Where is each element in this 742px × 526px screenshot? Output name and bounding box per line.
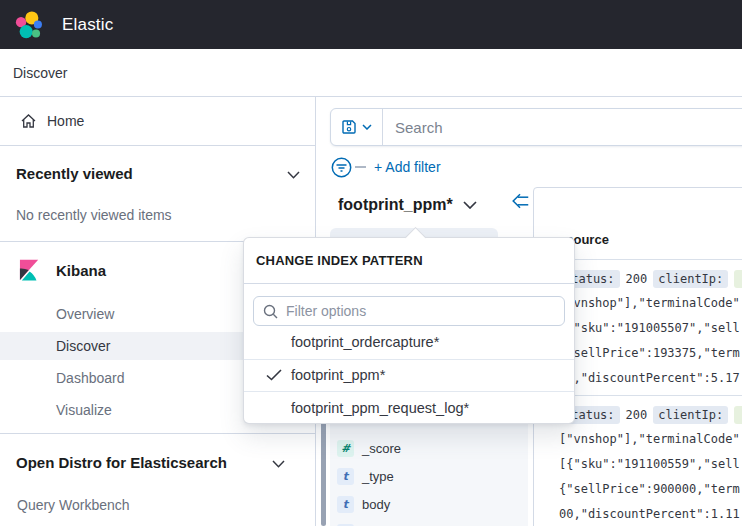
string-type-icon: t xyxy=(337,496,354,513)
kibana-section-title[interactable]: Kibana xyxy=(56,262,106,279)
search-icon xyxy=(263,304,278,319)
filter-bar: + Add filter xyxy=(331,157,441,177)
doc-row: status: 200 clientIp: ["vnshop"],"termin… xyxy=(559,402,742,526)
home-icon xyxy=(20,113,37,129)
field-badge-fragment xyxy=(734,406,742,424)
number-type-icon: # xyxy=(337,440,354,457)
brand-title: Elastic xyxy=(62,15,113,35)
breadcrumb[interactable]: Discover xyxy=(13,65,67,81)
filter-options-placeholder: Filter options xyxy=(286,303,366,319)
search-bar[interactable]: Search xyxy=(330,108,742,146)
add-filter-button[interactable]: + Add filter xyxy=(374,159,441,175)
filter-icon[interactable] xyxy=(331,157,352,178)
collapse-sidebar-icon[interactable] xyxy=(511,193,529,209)
recently-viewed-empty-text: No recently viewed items xyxy=(16,207,172,223)
index-pattern-label: footprint_ppm* xyxy=(338,196,453,214)
save-icon xyxy=(341,119,357,135)
field-item-duration[interactable]: t duration xyxy=(337,518,521,526)
chevron-down-icon[interactable] xyxy=(272,460,285,468)
index-pattern-option-selected[interactable]: footprint_ppm* xyxy=(244,359,574,392)
check-icon xyxy=(266,369,282,381)
top-nav-bar: Elastic xyxy=(0,0,742,49)
change-index-pattern-popover: CHANGE INDEX PATTERN Filter options foot… xyxy=(243,237,575,424)
kibana-logo-icon xyxy=(17,257,39,283)
chevron-down-icon xyxy=(362,124,372,130)
sidebar-item-home[interactable]: Home xyxy=(0,97,315,146)
field-badge: clientIp: xyxy=(653,270,728,288)
elastic-logo-icon xyxy=(14,10,44,40)
home-label: Home xyxy=(47,113,84,129)
open-distro-section-title[interactable]: Open Distro for Elasticsearch xyxy=(16,454,227,471)
field-badge-fragment xyxy=(734,270,742,288)
chevron-down-icon xyxy=(463,201,477,209)
field-item-score[interactable]: # _score xyxy=(337,434,521,462)
filter-options-input[interactable]: Filter options xyxy=(253,296,565,326)
field-badge: clientIp: xyxy=(653,406,728,424)
breadcrumb-bar: Discover xyxy=(0,49,742,97)
filter-separator xyxy=(355,166,366,168)
field-item-type[interactable]: t _type xyxy=(337,462,521,490)
saved-query-menu-button[interactable] xyxy=(331,109,383,145)
index-pattern-selector[interactable]: footprint_ppm* xyxy=(338,196,477,214)
index-pattern-option[interactable]: footprint_ordercapture* xyxy=(244,326,574,359)
chevron-down-icon[interactable] xyxy=(287,171,300,179)
field-item-body[interactable]: t body xyxy=(337,490,521,518)
doc-row: status: 200 clientIp: ["vnshop"],"termin… xyxy=(559,266,742,391)
divider xyxy=(0,433,315,434)
recently-viewed-title[interactable]: Recently viewed xyxy=(16,165,133,182)
popover-title: CHANGE INDEX PATTERN xyxy=(244,238,574,284)
search-input[interactable]: Search xyxy=(395,119,443,136)
index-pattern-option[interactable]: footprint_ppm_request_log* xyxy=(244,391,574,424)
sidebar-item-query-workbench[interactable]: Query Workbench xyxy=(0,491,315,519)
string-type-icon: t xyxy=(337,468,354,485)
